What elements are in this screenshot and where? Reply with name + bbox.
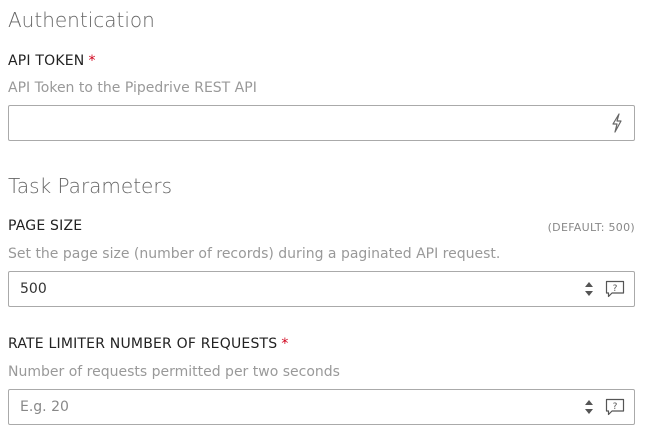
rate-limiter-label: RATE LIMITER NUMBER OF REQUESTS * bbox=[8, 336, 289, 352]
rate-limiter-description: Number of requests permitted per two sec… bbox=[8, 364, 340, 380]
svg-text:?: ? bbox=[613, 402, 618, 412]
rate-limiter-input[interactable] bbox=[9, 390, 569, 424]
required-marker: * bbox=[281, 336, 289, 352]
spinner-arrows-icon[interactable] bbox=[582, 272, 596, 306]
page-size-input[interactable] bbox=[9, 272, 569, 306]
section-title-task-parameters: Task Parameters bbox=[8, 174, 172, 198]
svg-text:?: ? bbox=[613, 284, 618, 294]
page-size-description: Set the page size (number of records) du… bbox=[8, 246, 501, 262]
page-size-field: ? bbox=[8, 271, 635, 307]
spinner-arrows-icon[interactable] bbox=[582, 390, 596, 424]
api-token-description: API Token to the Pipedrive REST API bbox=[8, 80, 257, 96]
api-token-field bbox=[8, 105, 635, 141]
rate-limiter-label-text: RATE LIMITER NUMBER OF REQUESTS bbox=[8, 336, 278, 352]
required-marker: * bbox=[88, 53, 96, 69]
api-token-input[interactable] bbox=[9, 106, 569, 140]
help-comment-icon[interactable]: ? bbox=[604, 390, 626, 424]
api-token-label-text: API TOKEN bbox=[8, 53, 85, 69]
page-size-label: PAGE SIZE bbox=[8, 218, 83, 234]
page-size-default-hint: (DEFAULT: 500) bbox=[547, 221, 635, 234]
section-title-authentication: Authentication bbox=[8, 8, 155, 32]
api-token-label: API TOKEN * bbox=[8, 53, 96, 69]
lightning-icon[interactable] bbox=[608, 106, 626, 140]
rate-limiter-field: ? bbox=[8, 389, 635, 425]
help-comment-icon[interactable]: ? bbox=[604, 272, 626, 306]
